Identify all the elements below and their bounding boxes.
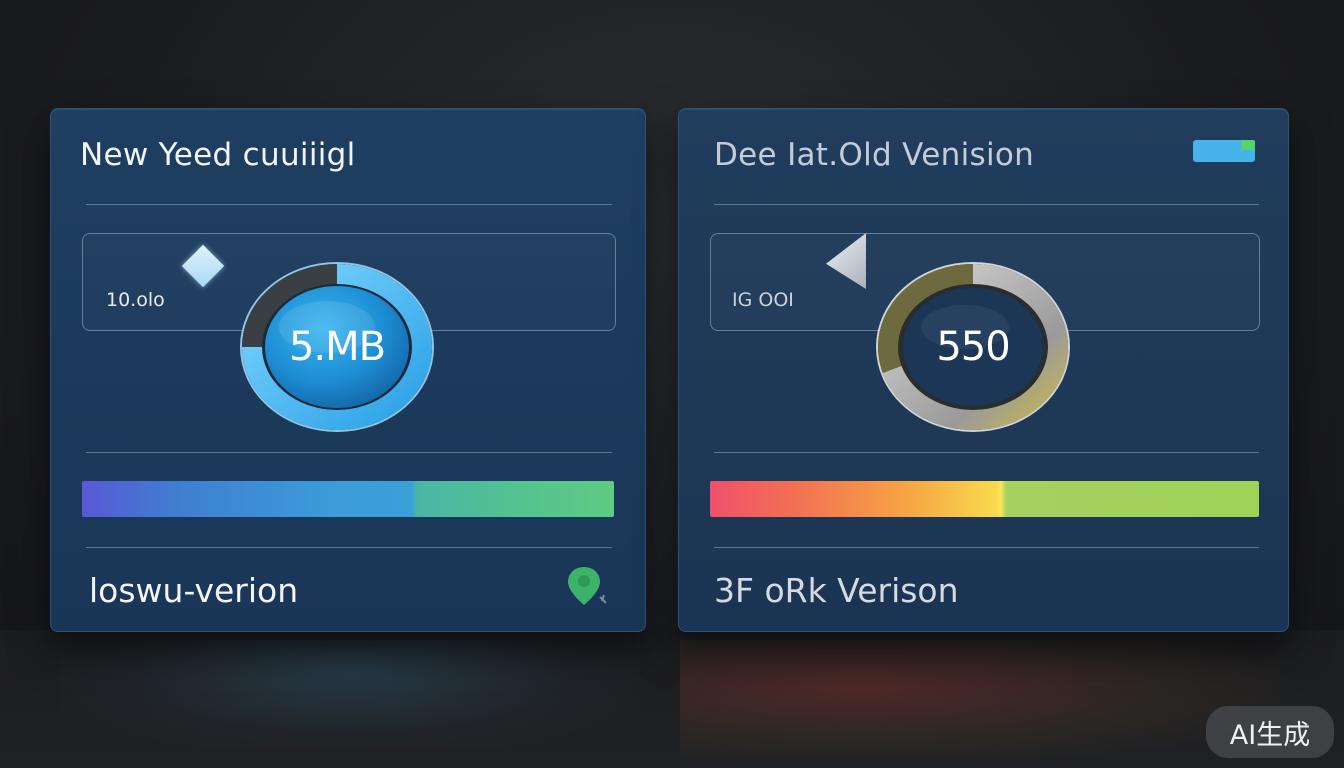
new-version-card: New Yeed cuuiiigl 10.olo 5.MB loswu-veri… [50,108,646,632]
old-version-card: Dee Iat.Old Venision IG OOI 550 3F oRk V… [678,108,1289,632]
old-version-title: Dee Iat.Old Venision [714,137,1035,173]
new-version-footer-label: loswu-verion [89,571,299,610]
divider-bottom [714,547,1259,548]
toggle-switch-icon[interactable] [1193,140,1255,162]
floor-reflection-left [60,640,640,750]
divider-middle [86,452,612,453]
floor-reflection-right [680,640,1280,760]
new-version-gauge-value: 5.MB [288,324,386,370]
new-version-small-label: 10.olo [106,289,165,311]
divider-top [86,204,612,205]
new-version-title: New Yeed cuuiiigl [80,137,356,173]
divider-bottom [86,547,612,548]
old-version-gradient-bar [710,481,1259,517]
divider-top [714,204,1259,205]
new-version-gradient-bar [82,481,614,517]
new-version-gauge: 5.MB [239,261,435,433]
old-version-footer-label: 3F oRk Verison [714,571,959,610]
divider-middle [714,452,1259,453]
location-pin-icon[interactable] [566,563,610,611]
old-version-gauge: 550 [875,261,1071,433]
old-version-gauge-value: 550 [936,324,1010,370]
old-version-small-label: IG OOI [732,289,794,311]
ai-generated-badge: AI生成 [1206,706,1334,758]
